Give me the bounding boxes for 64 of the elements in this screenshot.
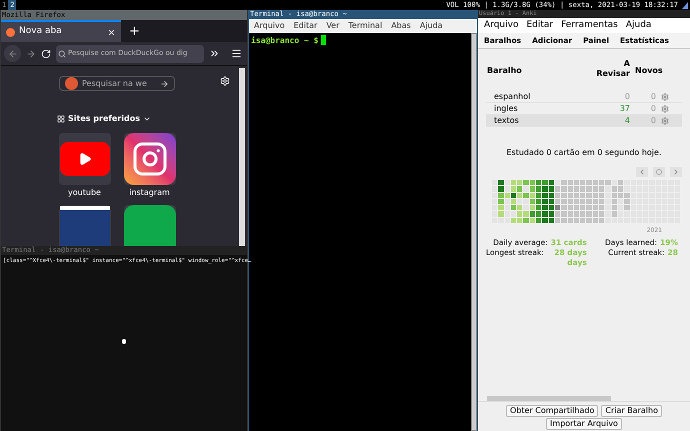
scrollbar[interactable] (239, 68, 245, 246)
study-summary: Estudado 0 cartão em 0 segundo hoje. (506, 147, 662, 159)
grid-icon (57, 115, 65, 123)
search-icon (58, 50, 66, 58)
review-count: 0 (624, 90, 630, 102)
site-tile[interactable] (58, 205, 110, 246)
terminal-prompt: isa@branco ~ $ (251, 35, 318, 47)
menu-item[interactable]: Ajuda (420, 20, 443, 32)
new-count: 0 (650, 114, 656, 126)
menu-item[interactable]: Arquivo (254, 20, 285, 32)
menu-item[interactable]: Ajuda (626, 18, 652, 32)
back-arrow-icon (8, 48, 18, 58)
column-header: Baralho (486, 65, 523, 77)
deck-name: textos (493, 114, 520, 126)
deck-name: espanhol (493, 90, 532, 102)
browser-tab[interactable]: Nova aba (1, 20, 121, 42)
deck-row[interactable]: espanhol 0 0 (486, 91, 682, 103)
deck-row[interactable]: textos 4 0 (486, 115, 682, 127)
menu-item[interactable]: Terminal (348, 20, 382, 32)
close-icon[interactable] (107, 28, 116, 36)
search-input[interactable]: Pesquisar na we (82, 78, 156, 90)
reload-icon[interactable] (41, 48, 51, 58)
menu-item[interactable]: Abas (391, 20, 411, 32)
search-field[interactable]: Pesquisar na we (59, 76, 175, 91)
column-header: A Revisar (595, 59, 630, 79)
menu-item[interactable]: Arquivo (484, 18, 518, 32)
scrollbar[interactable] (471, 33, 477, 431)
menu-item[interactable]: Ver (326, 20, 340, 32)
site-label: instagram (129, 187, 170, 199)
site-tile[interactable] (124, 133, 176, 185)
menu-item[interactable]: Editar (526, 18, 554, 32)
forward-icon[interactable] (26, 48, 36, 58)
reset-button[interactable] (653, 167, 665, 177)
column-header: Novos (634, 65, 663, 77)
site-tile[interactable] (124, 205, 176, 246)
new-count: 0 (650, 102, 656, 114)
arrow-right-icon (160, 78, 169, 88)
page-thumbnail (60, 206, 110, 246)
chevron-right-icon (672, 168, 680, 176)
action-button[interactable]: Importar Arquivo (546, 418, 622, 430)
chevron-left-icon (638, 168, 646, 176)
action-button[interactable]: Criar Baralho (601, 405, 662, 417)
new-count: 0 (650, 90, 656, 102)
site-tile[interactable] (58, 133, 110, 185)
menu-icon[interactable] (231, 48, 242, 59)
caret-icon[interactable] (142, 115, 151, 123)
deck-name: ingles (493, 102, 519, 114)
scrollbar[interactable] (487, 396, 611, 400)
play-logo-icon (60, 142, 110, 176)
menu-item[interactable]: Editar (294, 20, 318, 32)
overflow-icon[interactable] (209, 48, 220, 59)
circle-icon (656, 169, 662, 175)
cursor-icon (321, 35, 326, 45)
camera-logo-icon (124, 133, 176, 185)
back-button[interactable] (4, 45, 21, 62)
review-count: 37 (618, 102, 630, 114)
section-heading: Sites preferidos (68, 113, 140, 125)
signal-icon (682, 2, 688, 8)
site-label: youtube (68, 187, 101, 199)
logo-thumbnail (124, 205, 176, 246)
action-button[interactable]: Obter Compartilhado (506, 405, 598, 417)
menu-item[interactable]: Ferramentas (561, 18, 618, 32)
review-count: 4 (624, 114, 630, 126)
new-tab-button[interactable]: + (121, 20, 148, 42)
